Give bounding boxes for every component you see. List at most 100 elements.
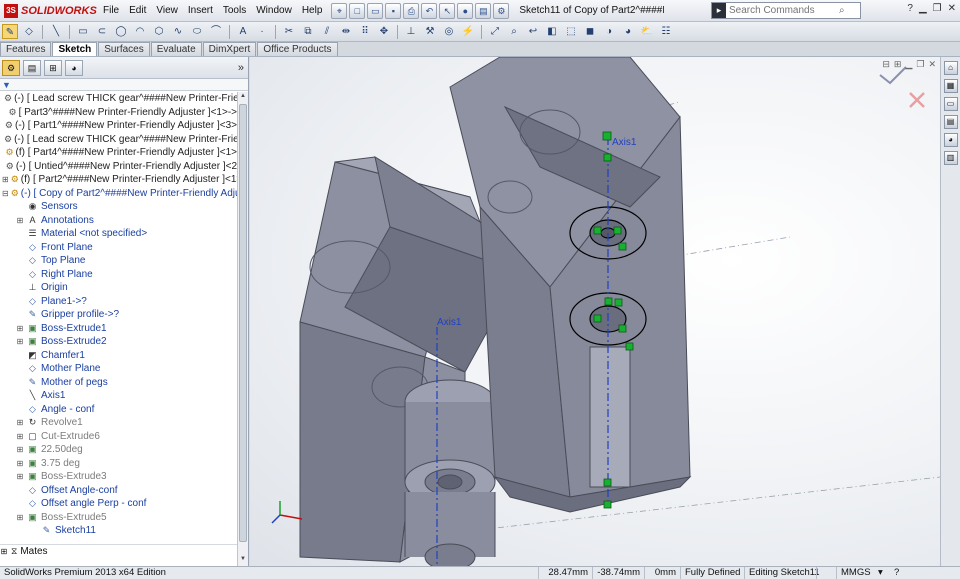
tree-item[interactable]: ◇ Front Plane xyxy=(0,241,237,255)
zoom-to-fit-icon[interactable]: ⤢ xyxy=(487,24,503,39)
tree-vertical-scrollbar[interactable]: ▲ ▼ xyxy=(237,92,248,567)
tree-item[interactable]: ◇ Mother Plane xyxy=(0,362,237,376)
new-document-icon[interactable]: □ xyxy=(349,2,366,19)
text-tool-icon[interactable]: A xyxy=(235,24,251,39)
unit-system-selector[interactable]: MMGS xyxy=(836,566,874,579)
tree-item[interactable]: ⊞ ▣ 3.75 deg xyxy=(0,457,237,471)
tree-item[interactable]: ✎ Mother of pegs xyxy=(0,376,237,390)
expand-toggle-icon[interactable]: ⊞ xyxy=(16,430,24,443)
select-arrow-icon[interactable]: ↖ xyxy=(439,2,456,19)
slot-tool-icon[interactable]: ⊂ xyxy=(94,24,110,39)
rectangle-tool-icon[interactable]: ▭ xyxy=(75,24,91,39)
tree-item[interactable]: ◇ Plane1->? xyxy=(0,295,237,309)
save-icon[interactable]: ▪ xyxy=(385,2,402,19)
spline-tool-icon[interactable]: ∿ xyxy=(170,24,186,39)
quick-snaps-icon[interactable]: ◎ xyxy=(441,24,457,39)
expand-toggle-icon[interactable]: ⊞ xyxy=(2,173,9,186)
display-relations-icon[interactable]: ⊥ xyxy=(403,24,419,39)
design-library-icon[interactable]: ▦ xyxy=(943,79,958,93)
tree-item[interactable]: ⚙ (-) [ Lead screw THICK gear^####New Pri… xyxy=(0,92,237,106)
tree-item[interactable]: ☰ Material <not specified> xyxy=(0,227,237,241)
tree-item[interactable]: ⊞ ↻ Revolve1 xyxy=(0,416,237,430)
tree-item[interactable]: ⚙[ Part3^####New Printer-Friendly Adjust… xyxy=(0,106,238,120)
line-tool-icon[interactable]: ╲ xyxy=(48,24,64,39)
arc-tool-icon[interactable]: ◠ xyxy=(132,24,148,39)
polygon-tool-icon[interactable]: ⬡ xyxy=(151,24,167,39)
close-doc-icon[interactable]: ✕ xyxy=(928,59,936,70)
menu-help[interactable]: Help xyxy=(297,5,328,16)
tab-features[interactable]: Features xyxy=(0,42,52,56)
filter-funnel-icon[interactable]: ▼ xyxy=(2,80,11,90)
tree-item[interactable]: ⊞ ⚙ (f) [ Part2^####New Printer-Friendly A… xyxy=(0,173,237,187)
custom-properties-icon[interactable]: ▥ xyxy=(943,151,958,165)
tile-horizontal-icon[interactable]: ⊟ xyxy=(882,59,890,70)
tree-item[interactable]: ⚙ (-) [ Untied^####New Printer-Friendly A… xyxy=(0,160,237,174)
help-question-icon[interactable]: ? xyxy=(907,3,913,14)
tree-item[interactable]: ◇ Top Plane xyxy=(0,254,237,268)
menu-insert[interactable]: Insert xyxy=(183,5,218,16)
section-view-icon[interactable]: ◧ xyxy=(544,24,560,39)
open-folder-icon[interactable]: ▭ xyxy=(367,2,384,19)
tree-item[interactable]: ⊞ ▣ 22.50deg xyxy=(0,443,237,457)
expand-plus-icon[interactable]: ⊞ xyxy=(0,547,8,556)
trim-tool-icon[interactable]: ✂ xyxy=(281,24,297,39)
tree-item[interactable]: ✎ Sketch11 xyxy=(0,524,237,538)
feature-tree-tab-icon[interactable]: ⚙ xyxy=(2,59,20,76)
edit-appearance-icon[interactable]: ◕ xyxy=(620,24,636,39)
smart-dimension-icon[interactable]: ◇ xyxy=(21,24,37,39)
expand-toggle-icon[interactable]: ⊞ xyxy=(16,322,24,335)
tree-item[interactable]: ◇ Right Plane xyxy=(0,268,237,282)
tree-item[interactable]: ◇ Offset angle Perp - conf xyxy=(0,497,237,511)
expand-toggle-icon[interactable]: ⊞ xyxy=(16,214,24,227)
menu-file[interactable]: File xyxy=(98,5,124,16)
options-gear-icon[interactable]: ⚙ xyxy=(493,2,510,19)
tile-vertical-icon[interactable]: ⊞ xyxy=(894,59,902,70)
file-properties-icon[interactable]: ▤ xyxy=(475,2,492,19)
minimize-doc-icon[interactable]: ▁ xyxy=(905,59,912,70)
expand-toggle-icon[interactable]: ⊞ xyxy=(16,457,24,470)
convert-entities-icon[interactable]: ⧉ xyxy=(300,24,316,39)
property-manager-tab-icon[interactable]: ▤ xyxy=(23,59,41,76)
circle-tool-icon[interactable]: ◯ xyxy=(113,24,129,39)
expand-toggle-icon[interactable]: ⊞ xyxy=(16,443,24,456)
mates-folder[interactable]: ⊞ ⧖ Mates xyxy=(0,544,237,557)
tab-evaluate[interactable]: Evaluate xyxy=(150,42,202,56)
search-commands-box[interactable]: ▸ ⌕ xyxy=(711,2,861,19)
tree-item[interactable]: ◇ Angle - conf xyxy=(0,403,237,417)
menu-view[interactable]: View xyxy=(151,5,183,16)
ellipse-tool-icon[interactable]: ⬭ xyxy=(189,24,205,39)
tree-item[interactable]: ⚙ (-) [ Part1^####New Printer-Friendly Ad… xyxy=(0,119,237,133)
tree-item[interactable]: ⊞ ▢ Cut-Extrude6 xyxy=(0,430,237,444)
close-icon[interactable]: ✕ xyxy=(948,3,956,14)
view-settings-icon[interactable]: ☷ xyxy=(658,24,674,39)
apply-scene-icon[interactable]: ⛅ xyxy=(639,24,655,39)
print-icon[interactable]: ⎙ xyxy=(403,2,420,19)
linear-pattern-icon[interactable]: ⠿ xyxy=(357,24,373,39)
display-style-icon[interactable]: ◼ xyxy=(582,24,598,39)
move-entities-icon[interactable]: ✥ xyxy=(376,24,392,39)
tree-item[interactable]: ╲ Axis1 xyxy=(0,389,237,403)
units-dropdown-chevron-icon[interactable]: ▾ xyxy=(874,567,890,579)
tree-item[interactable]: ✎ Gripper profile->? xyxy=(0,308,237,322)
tab-office-products[interactable]: Office Products xyxy=(257,42,338,56)
tree-item[interactable]: ⊟ ⚙ (-) [ Copy of Part2^####New Printer-Fr… xyxy=(0,187,237,201)
offset-entities-icon[interactable]: ⫽ xyxy=(319,24,335,39)
restore-doc-icon[interactable]: ❐ xyxy=(916,59,924,70)
tree-item[interactable]: ⚙ (-) [ Lead screw THICK gear^####New Pri… xyxy=(0,133,237,147)
tab-dimxpert[interactable]: DimXpert xyxy=(202,42,257,56)
tree-filter-row[interactable]: ▼ xyxy=(0,79,248,91)
zoom-area-icon[interactable]: ⌕ xyxy=(506,24,522,39)
mirror-entities-icon[interactable]: ⇹ xyxy=(338,24,354,39)
menu-window[interactable]: Window xyxy=(251,5,297,16)
hide-show-items-icon[interactable]: ◑ xyxy=(601,24,617,39)
sketch-mode-icon[interactable]: ✎ xyxy=(2,24,18,39)
tree-item[interactable]: ⊥ Origin xyxy=(0,281,237,295)
tree-item[interactable]: ⊞ ▣ Boss-Extrude1 xyxy=(0,322,237,336)
tab-sketch[interactable]: Sketch xyxy=(52,42,98,56)
view-orientation-icon[interactable]: ⬚ xyxy=(563,24,579,39)
cancel-sketch-icon[interactable] xyxy=(909,92,925,108)
solidworks-resources-icon[interactable]: ⌂ xyxy=(943,61,958,75)
help-icon[interactable]: ? xyxy=(890,567,903,579)
file-explorer-icon[interactable]: ▭ xyxy=(943,97,958,111)
configuration-manager-tab-icon[interactable]: ⊞ xyxy=(44,59,62,76)
